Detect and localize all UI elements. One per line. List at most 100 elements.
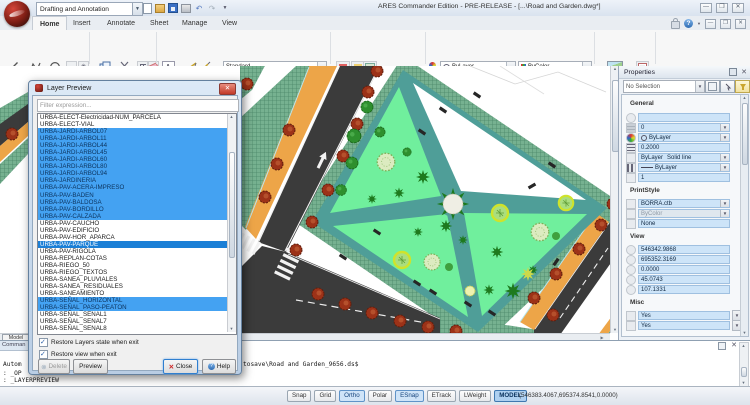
tab-manage[interactable]: Manage	[175, 16, 214, 30]
pin-icon[interactable]	[729, 68, 737, 76]
layer-list-item[interactable]: URBA-PAV-BALDOSA	[38, 199, 236, 206]
doc-close-button[interactable]: ✕	[735, 19, 746, 29]
printstyle-table-field[interactable]: None	[638, 219, 730, 228]
float-panel-icon[interactable]	[718, 342, 726, 350]
layer-list-item[interactable]: URBA-RIEGO_TEXTOS	[38, 269, 236, 276]
layer-list-item[interactable]: URBA-PAV-HOR_APARCA	[38, 234, 236, 241]
misc-value-field[interactable]: Yes	[638, 311, 730, 320]
tab-annotate[interactable]: Annotate	[100, 16, 142, 30]
layer-preview-dialog[interactable]: Layer Preview ✕ URBA-ELECT-Electricidad-…	[28, 80, 242, 375]
delete-button[interactable]: ⊗ Delete	[38, 359, 70, 374]
doc-minimize-button[interactable]: —	[705, 19, 716, 29]
close-button[interactable]: ✕	[732, 3, 744, 13]
layer-list[interactable]: URBA-ELECT-Electricidad-NUM_PARCELAURBA-…	[37, 113, 237, 335]
help-dropdown-icon[interactable]: ▼	[697, 21, 701, 26]
status-toggle[interactable]: ETrack	[427, 390, 456, 402]
tab-insert[interactable]: Insert	[66, 16, 98, 30]
layer-list-item[interactable]: URBA-PAV-BORDILLO	[38, 206, 236, 213]
layer-list-item[interactable]: URBA-SANEA_RESIDUALES	[38, 283, 236, 290]
doc-restore-button[interactable]: ❐	[720, 19, 731, 29]
preview-button[interactable]: Preview	[73, 359, 108, 374]
restore-button[interactable]: ❐	[716, 3, 728, 13]
help-button[interactable]: ? Help	[202, 359, 236, 374]
layer-list-item[interactable]: URBA-JARDI-ARBOL94	[38, 170, 236, 177]
layer-list-item[interactable]: URBA-JARDI-ARBOL45	[38, 149, 236, 156]
layer-list-item[interactable]: URBA-JARDINERIA	[38, 177, 236, 184]
layer-list-item[interactable]: URBA-ELECT-VIAL	[38, 121, 236, 128]
layer-list-item[interactable]: URBA-PAV-RIGOLA	[38, 248, 236, 255]
layer-list-item[interactable]: URBA-JARDI-ARBOL11	[38, 135, 236, 142]
open-file-button[interactable]	[155, 3, 165, 13]
status-toggle[interactable]: ESnap	[395, 390, 424, 402]
layer-list-item[interactable]: URBA-JARDI-ARBOL80	[38, 163, 236, 170]
redo-button[interactable]: ↷	[207, 3, 217, 13]
layer-list-item[interactable]: URBA-SEÑAL_HORIZONTAL	[38, 297, 236, 304]
layer-list-item[interactable]: URBA-SANEAMIENTO	[38, 290, 236, 297]
layer-list-item[interactable]: URBA-JARDI-ARBOL07	[38, 128, 236, 135]
status-toggle[interactable]: LWeight	[459, 390, 491, 402]
layer-list-item[interactable]: URBA-SEÑAL_SENAL7	[38, 318, 236, 325]
color-field[interactable]: ByLayer▼	[638, 133, 730, 142]
linestyle-field[interactable]: ByLayerSolid line▼	[638, 153, 730, 162]
tab-sheet[interactable]: Sheet	[143, 16, 175, 30]
layer-list-item[interactable]: URBA-PAV-CALZADA	[38, 213, 236, 220]
workspace-select[interactable]: Drafting and Annotation ▼	[36, 2, 143, 16]
printstyle-color-field[interactable]: ByColor▼	[638, 209, 730, 218]
layer-list-item[interactable]: URBA-PAV-ACERA-IMPRESO	[38, 184, 236, 191]
layer-list-item[interactable]: URBA-PAV-CAUCHO	[38, 220, 236, 227]
command-scrollbar[interactable]: ▲ ▼	[739, 342, 749, 387]
linetype-field[interactable]: ByLayer▼	[638, 163, 730, 172]
linescale-field[interactable]: 1	[638, 173, 730, 182]
minimize-button[interactable]: —	[700, 3, 712, 13]
close-dialog-button[interactable]: ✕ Close	[163, 359, 198, 374]
save-button[interactable]	[168, 3, 178, 13]
hyperlink-field[interactable]	[638, 113, 730, 122]
qat-dropdown[interactable]: ▼	[220, 3, 230, 13]
layer-list-item[interactable]: URBA-JARDI-ARBOL60	[38, 156, 236, 163]
tab-home[interactable]: Home	[32, 16, 67, 31]
status-toggle[interactable]: Snap	[287, 390, 311, 402]
printstyle-file-field[interactable]: BORRA.ctb▼	[638, 199, 730, 208]
status-toggle[interactable]: Ortho	[339, 390, 364, 402]
lock-icon[interactable]	[671, 21, 680, 29]
dialog-title-bar[interactable]: Layer Preview	[29, 81, 241, 95]
edit-selection-button[interactable]	[705, 80, 720, 93]
layer-list-item[interactable]: URBA-JARDI-ARBOL44	[38, 142, 236, 149]
layer-list-item[interactable]: URBA-REPLAN-COTAS	[38, 255, 236, 262]
layer-list-item[interactable]: URBA-SEÑAL_SENAL8	[38, 325, 236, 332]
app-logo-icon[interactable]	[4, 1, 30, 27]
scroll-up-icon[interactable]: ▲	[228, 114, 235, 120]
layer-list-item[interactable]: URBA-SEÑAL_PASO-PEATON	[38, 304, 236, 311]
scroll-up-icon[interactable]: ▲	[741, 95, 748, 101]
lineweight-field[interactable]: 0.2000	[638, 143, 730, 152]
print-button[interactable]	[181, 3, 191, 13]
status-toggle[interactable]: Polar	[368, 390, 392, 402]
layer-list-item[interactable]: URBA-ELECT-Electricidad-NUM_PARCELA	[38, 114, 236, 121]
selection-select[interactable]: No Selection ▼	[623, 80, 705, 93]
panel-close-icon[interactable]: ✕	[731, 341, 737, 349]
select-entities-button[interactable]	[720, 80, 735, 93]
new-file-button[interactable]	[142, 3, 152, 13]
restore-view-checkbox[interactable]: Restore view when exit	[39, 350, 117, 359]
properties-scrollbar[interactable]: ▲ ▼	[740, 95, 748, 336]
filter-input[interactable]	[37, 99, 239, 112]
scroll-down-icon[interactable]: ▼	[741, 330, 748, 336]
layer-list-item[interactable]: URBA-SANEA_PLUVIALES	[38, 276, 236, 283]
layer-list-item[interactable]: URBA-PAV-BADEN	[38, 192, 236, 199]
dialog-close-button[interactable]: ✕	[219, 83, 236, 95]
undo-button[interactable]: ↶	[194, 3, 204, 13]
layer-list-item[interactable]: URBA-RIEGO_50	[38, 262, 236, 269]
layer-field[interactable]: 0▼	[638, 123, 730, 132]
restore-layers-checkbox[interactable]: Restore Layers state when exit	[39, 338, 139, 347]
layer-list-item[interactable]: URBA-SEÑAL_SENAL1	[38, 311, 236, 318]
layer-list-item[interactable]: URBA-PAV-EDIFICIO	[38, 227, 236, 234]
panel-close-icon[interactable]: ✕	[741, 68, 747, 76]
tab-view[interactable]: View	[215, 16, 244, 30]
status-toggle[interactable]: Grid	[314, 390, 336, 402]
scroll-up-icon[interactable]: ▲	[740, 343, 747, 349]
layer-list-scrollbar[interactable]: ▲ ▼	[227, 114, 236, 332]
misc-value-field[interactable]: Yes	[638, 321, 730, 330]
help-icon[interactable]: ?	[684, 19, 693, 28]
layer-list-item[interactable]: URBA-PAV-PARQUE	[38, 241, 236, 248]
quick-select-button[interactable]	[735, 80, 750, 93]
